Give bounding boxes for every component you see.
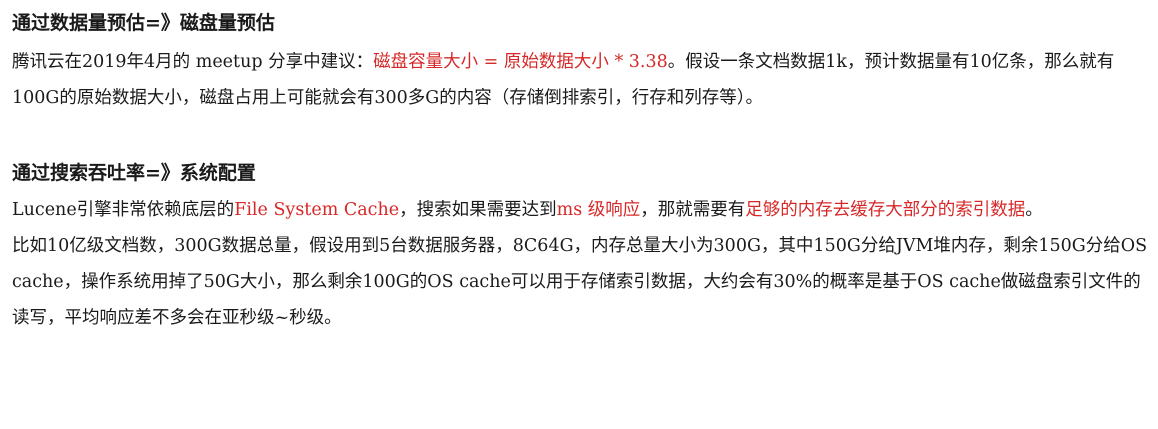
paragraph-disk-estimate: 腾讯云在2019年4月的 meetup 分享中建议：磁盘容量大小 = 原始数据大… (12, 44, 1152, 116)
lucene-text-need: ，那就需要有 (640, 200, 746, 220)
document: 通过数据量预估=》磁盘量预估 腾讯云在2019年4月的 meetup 分享中建议… (12, 8, 1152, 336)
section-heading-system-config: 通过搜索吞吐率=》系统配置 (12, 162, 256, 184)
memory-cache-highlight: 足够的内存去缓存大部分的索引数据 (745, 200, 1026, 220)
fs-cache-highlight: File System Cache (234, 200, 400, 220)
ms-response-highlight: ms 级响应 (556, 200, 641, 220)
disk-formula-highlight: 磁盘容量大小 = 原始数据大小 * 3.38 (373, 52, 668, 72)
lucene-text-end: 。 (1025, 200, 1043, 220)
section-heading-disk-estimate: 通过数据量预估=》磁盘量预估 (12, 12, 275, 34)
lucene-text-search: ，搜索如果需要达到 (399, 200, 557, 220)
lucene-text-intro: Lucene引擎非常依赖底层的 (12, 200, 235, 220)
paragraph-lucene-cache: Lucene引擎非常依赖底层的File System Cache，搜索如果需要达… (12, 192, 1152, 228)
disk-text-intro: 腾讯云在2019年4月的 meetup 分享中建议： (12, 52, 374, 72)
paragraph-example-config: 比如10亿级文档数，300G数据总量，假设用到5台数据服务器，8C64G，内存总… (12, 236, 1148, 328)
